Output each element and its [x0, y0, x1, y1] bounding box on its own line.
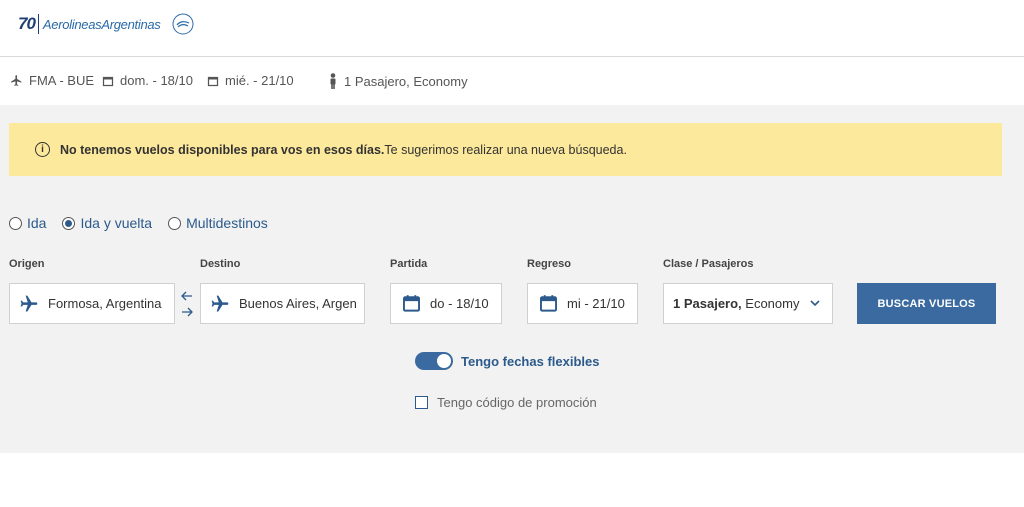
radio-circle[interactable]	[168, 216, 182, 230]
origin-value: Formosa, Argentina	[48, 296, 162, 311]
person-icon	[330, 73, 336, 89]
promo-code-label: Tengo código de promoción	[437, 395, 597, 410]
summary-route: FMA - BUE	[10, 73, 94, 88]
destination-field[interactable]: Buenos Aires, Argen	[200, 283, 365, 324]
plane-icon	[11, 75, 22, 86]
radio-circle[interactable]	[9, 216, 22, 230]
class-passengers-label: Clase / Pasajeros	[663, 258, 754, 270]
summary-route-text: FMA - BUE	[29, 73, 95, 88]
class-passengers-value: Economy	[741, 296, 800, 311]
aerolineas-logo[interactable]: 70 AerolineasArgentinas	[18, 10, 195, 38]
site-header: 70 AerolineasArgentinas	[0, 0, 1024, 57]
search-summary-bar: FMA - BUE dom. - 18/10 mié. - 21/10 1 Pa…	[0, 58, 1024, 105]
trip-type-ida[interactable]: Ida	[9, 215, 46, 231]
promo-code-row: Tengo código de promoción	[415, 395, 597, 410]
trip-type-multidestinos[interactable]: Multidestinos	[168, 215, 268, 231]
summary-return-text: mié. - 21/10	[225, 73, 294, 88]
departure-date-field[interactable]: do - 18/10	[390, 283, 502, 324]
plane-icon	[20, 295, 38, 311]
summary-return: mié. - 21/10	[207, 73, 294, 88]
search-panel: i No tenemos vuelos disponibles para vos…	[0, 105, 1024, 453]
trip-type-ida-label: Ida	[27, 215, 47, 231]
trip-type-ida-y-vuelta[interactable]: Ida y vuelta	[62, 215, 152, 231]
flexible-dates-toggle[interactable]	[415, 352, 453, 370]
destination-label: Destino	[200, 258, 241, 270]
logo-number: 70	[18, 14, 36, 33]
origin-label: Origen	[9, 258, 45, 270]
plane-icon	[211, 295, 229, 311]
calendar-icon	[540, 295, 557, 312]
swap-arrows-icon[interactable]	[180, 288, 194, 320]
summary-passengers-text: 1 Pasajero, Economy	[344, 73, 468, 89]
summary-departure: dom. - 18/10	[102, 73, 193, 88]
destination-value: Buenos Aires, Argen	[239, 296, 357, 311]
flexible-dates-label: Tengo fechas flexibles	[461, 353, 600, 369]
calendar-icon	[403, 295, 420, 312]
departure-label: Partida	[390, 258, 428, 270]
trip-type-selector: Ida Ida y vuelta Multidestinos	[9, 215, 284, 231]
logo-divider	[37, 14, 39, 34]
calendar-icon	[102, 76, 114, 86]
info-icon: i	[35, 142, 50, 157]
chevron-down-icon	[810, 300, 820, 307]
departure-date-value: do - 18/10	[430, 296, 489, 311]
summary-passengers: 1 Pasajero, Economy	[328, 73, 468, 89]
trip-type-ida-y-vuelta-label: Ida y vuelta	[80, 215, 153, 231]
toggle-knob	[437, 354, 451, 368]
search-flights-button[interactable]: BUSCAR VUELOS	[857, 283, 996, 324]
alert-text: Te sugerimos realizar una nueva búsqueda…	[384, 142, 627, 157]
calendar-icon	[207, 76, 219, 86]
class-passengers-bold: 1 Pasajero,	[673, 296, 742, 311]
return-date-value: mi - 21/10	[567, 296, 625, 311]
alliance-seal-icon	[172, 13, 193, 35]
radio-circle[interactable]	[62, 216, 76, 230]
return-date-field[interactable]: mi - 21/10	[527, 283, 638, 324]
trip-type-multidestinos-label: Multidestinos	[186, 215, 268, 231]
promo-code-checkbox[interactable]	[415, 396, 428, 409]
origin-field[interactable]: Formosa, Argentina	[9, 283, 175, 324]
no-flights-alert: i No tenemos vuelos disponibles para vos…	[9, 123, 1002, 176]
flexible-dates-row: Tengo fechas flexibles	[415, 352, 599, 370]
logo-text: AerolineasArgentinas	[42, 16, 161, 32]
alert-bold-text: No tenemos vuelos disponibles para vos e…	[60, 142, 385, 157]
summary-departure-text: dom. - 18/10	[120, 73, 193, 88]
class-passengers-select[interactable]: 1 Pasajero, Economy	[663, 283, 833, 324]
return-label: Regreso	[527, 258, 572, 270]
